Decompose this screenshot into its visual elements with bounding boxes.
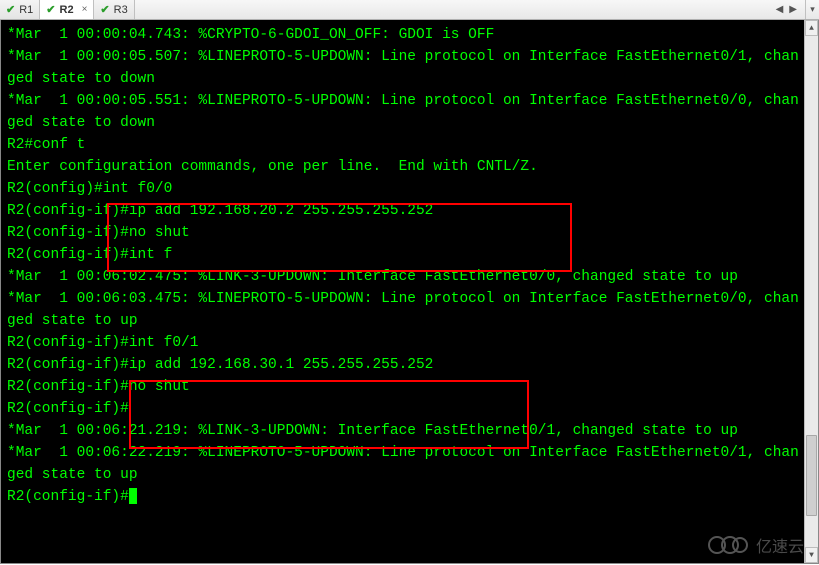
terminal-line: R2(config-if)#ip add 192.168.30.1 255.25… (7, 354, 800, 376)
terminal-line: R2(config-if)#int f (7, 244, 800, 266)
terminal-line: R2(config-if)#no shut (7, 222, 800, 244)
terminal-line: *Mar 1 00:06:03.475: %LINEPROTO-5-UPDOWN… (7, 288, 800, 332)
check-icon: ✔ (46, 3, 55, 16)
terminal-line: *Mar 1 00:06:21.219: %LINK-3-UPDOWN: Int… (7, 420, 800, 442)
tab-nav-left-icon[interactable]: ◀ (776, 4, 784, 15)
tab-nav-right-icon[interactable]: ▶ (789, 4, 797, 15)
terminal-container: *Mar 1 00:00:04.743: %CRYPTO-6-GDOI_ON_O… (0, 20, 819, 564)
terminal-line: R2(config-if)#no shut (7, 376, 800, 398)
tab-label: R1 (19, 4, 33, 16)
check-icon: ✔ (100, 3, 109, 16)
scrollbar-track[interactable] (805, 36, 818, 547)
scroll-down-button[interactable]: ▼ (805, 547, 818, 563)
close-icon[interactable]: × (82, 4, 88, 15)
terminal-line: *Mar 1 00:00:05.507: %LINEPROTO-5-UPDOWN… (7, 46, 800, 90)
tab-r2[interactable]: ✔ R2 × (40, 0, 94, 19)
tab-bar: ✔ R1 ✔ R2 × ✔ R3 ◀ ▶ ▾ (0, 0, 819, 20)
tabbar-spacer (135, 0, 768, 19)
terminal-line: *Mar 1 00:06:02.475: %LINK-3-UPDOWN: Int… (7, 266, 800, 288)
terminal[interactable]: *Mar 1 00:00:04.743: %CRYPTO-6-GDOI_ON_O… (1, 20, 804, 563)
tab-label: R3 (114, 4, 128, 16)
tab-label: R2 (60, 4, 74, 16)
scroll-up-button[interactable]: ▲ (805, 20, 818, 36)
terminal-line: Enter configuration commands, one per li… (7, 156, 800, 178)
terminal-cursor (129, 488, 137, 504)
terminal-line: R2(config-if)#int f0/1 (7, 332, 800, 354)
tab-r3[interactable]: ✔ R3 (94, 0, 134, 19)
chevron-down-icon: ▾ (810, 4, 815, 15)
terminal-line: R2#conf t (7, 134, 800, 156)
terminal-line: R2(config-if)# (7, 486, 800, 508)
terminal-line: *Mar 1 00:06:22.219: %LINEPROTO-5-UPDOWN… (7, 442, 800, 486)
terminal-line: *Mar 1 00:00:05.551: %LINEPROTO-5-UPDOWN… (7, 90, 800, 134)
vertical-scrollbar[interactable]: ▲ ▼ (804, 20, 818, 563)
tab-r1[interactable]: ✔ R1 (0, 0, 40, 19)
tab-dropdown-button[interactable]: ▾ (805, 0, 819, 19)
scrollbar-thumb[interactable] (806, 435, 817, 517)
terminal-line: R2(config-if)#ip add 192.168.20.2 255.25… (7, 200, 800, 222)
terminal-line: R2(config)#int f0/0 (7, 178, 800, 200)
tab-nav-arrows: ◀ ▶ (768, 0, 805, 19)
terminal-line: *Mar 1 00:00:04.743: %CRYPTO-6-GDOI_ON_O… (7, 24, 800, 46)
terminal-line: R2(config-if)# (7, 398, 800, 420)
check-icon: ✔ (6, 3, 15, 16)
